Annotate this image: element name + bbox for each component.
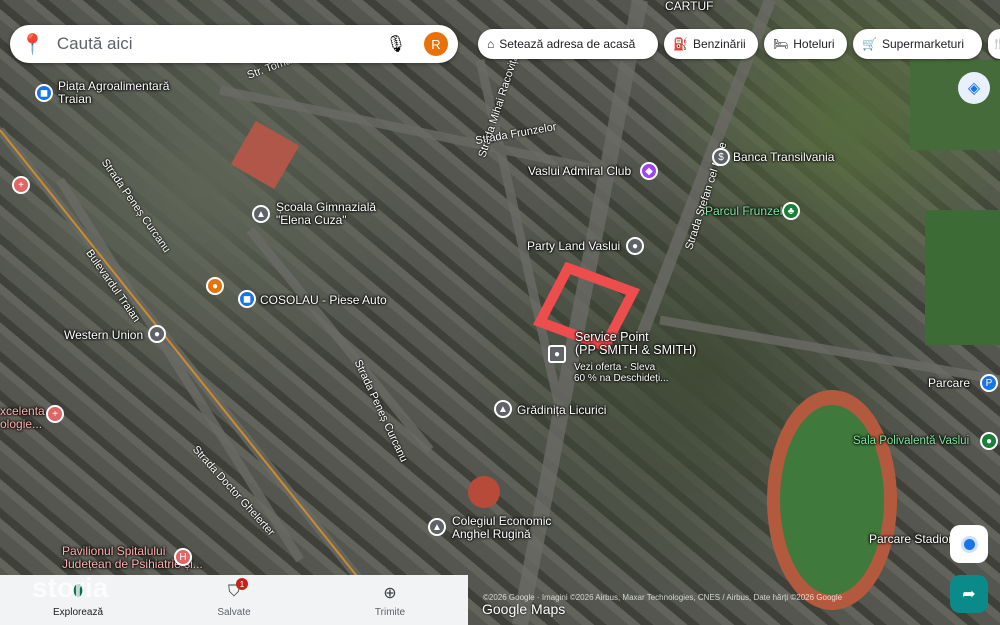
location-dot-icon [963, 538, 975, 550]
category-chips: ⌂ Setează adresa de acasă ⛽ Benzinării 🛏 Ho… [478, 29, 1000, 59]
directions-icon: ➦ [962, 586, 976, 603]
place-label[interactable]: Parcul Frunzelor [705, 205, 793, 218]
hospital-pin-icon[interactable]: H [174, 548, 192, 566]
storia-watermark: storia [32, 572, 109, 603]
restaurant-pin-icon[interactable]: ● [206, 277, 224, 295]
account-avatar[interactable]: R [424, 32, 448, 56]
microphone-icon[interactable]: 🎙 [386, 34, 406, 54]
place-label[interactable]: Vaslui Admiral Club [528, 165, 631, 178]
hotel-icon: 🛏 [773, 37, 789, 51]
place-label[interactable]: Sala Polivalentă Vaslui [853, 435, 969, 448]
stadium-field [780, 405, 884, 595]
nav-label: Salvate [217, 606, 251, 618]
chip-set-home[interactable]: ⌂ Setează adresa de acasă [478, 29, 658, 59]
nav-contribute[interactable]: ⊕ Trimite [312, 575, 468, 625]
google-maps-logo-icon: 📍 [20, 33, 45, 56]
hospital-pin-icon[interactable]: + [46, 405, 64, 423]
bank-pin-icon[interactable]: ● [148, 325, 166, 343]
service-pin-icon[interactable]: ● [548, 345, 566, 363]
restaurant-icon: 🍴 [992, 38, 1000, 50]
place-label[interactable]: Colegiul Economic Anghel Rugină [452, 515, 551, 541]
road-centerline [0, 129, 361, 581]
sports-field [910, 60, 1000, 150]
place-sponsored-text[interactable]: Vezi oferta - Sleva 60 % na Deschideți..… [574, 362, 669, 384]
place-label[interactable]: Piața Agroalimentară Traian [58, 80, 169, 106]
nav-saved[interactable]: ⛉ 1 Salvate [156, 575, 312, 625]
red-roof [230, 120, 300, 190]
cart-icon: 🛒 [862, 37, 877, 51]
my-location-button[interactable] [950, 525, 988, 563]
school-pin-icon[interactable]: ▲ [494, 400, 512, 418]
satellite-map[interactable]: Str. Toma Caragiu Strada Mihai Racoviță … [0, 0, 1000, 625]
place-label[interactable]: Western Union [64, 329, 143, 342]
round-roof [468, 476, 500, 508]
search-input[interactable]: Caută aici [57, 34, 386, 54]
home-icon: ⌂ [487, 37, 495, 51]
place-label[interactable]: Party Land Vaslui [527, 240, 620, 253]
road [56, 177, 304, 563]
parking-pin-icon[interactable]: P [980, 374, 998, 392]
chip-gas-stations[interactable]: ⛽ Benzinării [664, 29, 758, 59]
park-pin-icon[interactable]: ♣ [782, 202, 800, 220]
directions-button[interactable]: ➦ [950, 575, 988, 613]
nav-label: Explorează [52, 606, 104, 618]
sports-pin-icon[interactable]: ● [980, 432, 998, 450]
nav-label: Trimite [374, 606, 406, 618]
place-label[interactable]: Service Point (PP SMITH & SMITH) [575, 331, 696, 357]
shop-pin-icon[interactable]: ◼ [35, 84, 53, 102]
place-label[interactable]: COSOLAU - Piese Auto [260, 294, 387, 307]
google-maps-wordmark: Google Maps [482, 601, 566, 617]
shop-pin-icon[interactable]: ◼ [238, 290, 256, 308]
chip-supermarkets[interactable]: 🛒 Supermarketuri [853, 29, 982, 59]
place-label[interactable]: Grădinița Licurici [517, 404, 606, 417]
place-label[interactable]: Parcare [928, 377, 970, 390]
chip-more[interactable]: 🍴 [988, 29, 1000, 59]
chip-hotels[interactable]: 🛏 Hoteluri [764, 29, 847, 59]
place-label[interactable]: xcelenta ologie... [0, 405, 45, 431]
gas-station-icon: ⛽ [673, 37, 688, 51]
chip-label: Hoteluri [793, 37, 835, 51]
chip-label: Supermarketuri [881, 37, 964, 51]
hospital-pin-icon[interactable]: + [12, 176, 30, 194]
road [246, 227, 434, 453]
nightlife-pin-icon[interactable]: ◆ [640, 162, 658, 180]
place-label[interactable]: Banca Transilvania [733, 151, 834, 164]
sports-field [925, 210, 1000, 345]
add-circle-icon: ⊕ [383, 584, 397, 602]
place-label[interactable]: Școala Gimnazială "Elena Cuza" [276, 201, 376, 227]
place-label[interactable]: Parcare Stadion [869, 533, 955, 546]
saved-badge: 1 [236, 578, 248, 590]
layers-icon: ◈ [967, 80, 981, 97]
chip-label: Benzinării [692, 37, 746, 51]
shop-pin-icon[interactable]: ● [626, 237, 644, 255]
chip-label: Setează adresa de acasă [499, 37, 636, 51]
place-label[interactable]: CARTUF [665, 0, 713, 13]
school-pin-icon[interactable]: ▲ [252, 205, 270, 223]
bank-pin-icon[interactable]: $ [712, 148, 730, 166]
school-pin-icon[interactable]: ▲ [428, 518, 446, 536]
layers-button[interactable]: ◈ [958, 72, 990, 104]
search-bar[interactable]: 📍 Caută aici 🎙 R [10, 25, 458, 63]
